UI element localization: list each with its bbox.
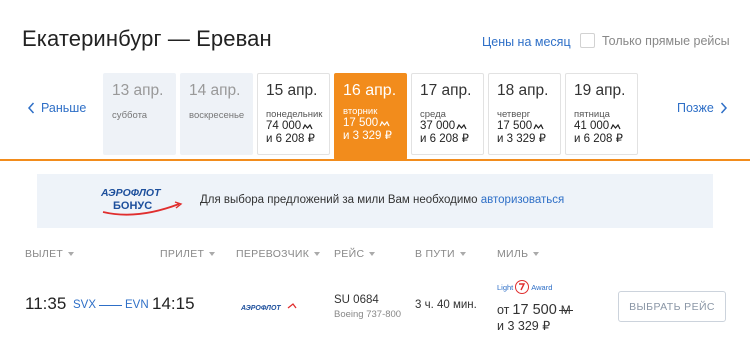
prev-dates-button[interactable]: Раньше	[26, 101, 86, 115]
col-flight-label: РЕЙС	[334, 248, 365, 260]
col-carrier-label: ПЕРЕВОЗЧИК	[236, 248, 310, 260]
col-miles-label: МИЛЬ	[497, 248, 529, 260]
login-link[interactable]: авторизоваться	[481, 194, 565, 206]
day-cell[interactable]: 17 апр. среда 37 000 и 6 208 ₽	[411, 73, 484, 155]
miles-amount: 17 500	[512, 302, 557, 318]
direct-only-checkbox[interactable]	[580, 33, 595, 48]
day-date: 16 апр.	[343, 82, 397, 99]
col-carrier[interactable]: ПЕРЕВОЗЧИК	[236, 248, 321, 260]
col-miles[interactable]: МИЛЬ	[497, 248, 540, 260]
sort-caret-icon	[459, 252, 466, 256]
select-flight-button[interactable]: ВЫБРАТЬ РЕЙС	[618, 291, 726, 322]
direct-only-label: Только прямые рейсы	[602, 33, 730, 48]
banner-message: Для выбора предложений за мили Вам необх…	[200, 194, 481, 206]
day-miles-value: 41 000	[574, 120, 610, 132]
day-price: и 6 208 ₽	[574, 133, 623, 145]
col-arrival-label: ПРИЛЕТ	[160, 248, 205, 260]
sort-caret-icon	[68, 252, 75, 256]
day-miles-value: 17 500	[497, 120, 533, 132]
banner-text: Для выбора предложений за мили Вам необх…	[200, 194, 564, 206]
day-weekday: среда	[420, 109, 446, 120]
day-date: 18 апр.	[497, 82, 549, 99]
col-departure[interactable]: ВЫЛЕТ	[25, 248, 75, 260]
day-miles: 41 000	[574, 120, 637, 133]
day-date: 13 апр.	[112, 82, 164, 99]
day-miles: 17 500	[343, 117, 406, 130]
day-weekday: четверг	[497, 109, 531, 120]
light-award-badge: Light Award	[497, 280, 552, 294]
miles-prefix: от	[497, 303, 510, 317]
day-date: 14 апр.	[189, 82, 241, 99]
day-price: и 3 329 ₽	[343, 130, 392, 142]
date-strip: 13 апр. суббота 14 апр. воскресенье 15 а…	[103, 73, 642, 160]
day-miles: 17 500	[497, 120, 560, 133]
miles-icon: M	[558, 303, 573, 317]
next-dates-label: Позже	[677, 101, 714, 115]
day-price: и 6 208 ₽	[266, 133, 315, 145]
rub-surcharge: и 3 329 ₽	[497, 319, 551, 333]
miles-price: от 17 500 M	[497, 302, 573, 318]
day-price: и 6 208 ₽	[420, 133, 469, 145]
date-strip-divider	[0, 159, 750, 161]
flight-number: SU 0684	[334, 294, 379, 306]
award-right-label: Award	[531, 282, 553, 292]
day-date: 19 апр.	[574, 82, 626, 99]
month-prices-link[interactable]: Цены на месяц	[482, 35, 571, 49]
award-icon	[515, 280, 530, 294]
carrier-logo: АЭРОФЛОТ	[240, 303, 297, 312]
aeroflot-bonus-logo: АЭРОФЛОТ БОНУС	[100, 187, 183, 216]
day-cell-active[interactable]: 16 апр. вторник 17 500 и 3 329 ₽	[334, 73, 407, 160]
departure-time: 11:35	[25, 294, 67, 313]
sort-caret-icon	[369, 252, 376, 256]
flight-duration: 3 ч. 40 мин.	[415, 299, 477, 311]
day-price: и 3 329 ₽	[497, 133, 546, 145]
col-flight[interactable]: РЕЙС	[334, 248, 376, 260]
arrival-airport: EVN	[125, 299, 149, 311]
day-cell[interactable]: 14 апр. воскресенье	[180, 73, 253, 155]
direct-only-filter[interactable]: Только прямые рейсы	[580, 33, 730, 48]
day-weekday: понедельник	[266, 109, 323, 120]
day-miles-value: 17 500	[343, 117, 379, 129]
miles-icon	[456, 123, 467, 129]
day-miles: 74 000	[266, 120, 329, 133]
day-miles-value: 74 000	[266, 120, 302, 132]
login-banner: АЭРОФЛОТ БОНУС Для выбора предложений за…	[37, 174, 713, 228]
col-duration-label: В ПУТИ	[415, 248, 455, 260]
col-arrival[interactable]: ПРИЛЕТ	[160, 248, 216, 260]
next-dates-button[interactable]: Позже	[677, 101, 729, 115]
route-line	[99, 305, 122, 306]
day-cell[interactable]: 19 апр. пятница 41 000 и 6 208 ₽	[565, 73, 638, 155]
day-weekday: вторник	[343, 106, 378, 117]
sort-caret-icon	[533, 252, 540, 256]
day-date: 15 апр.	[266, 82, 318, 99]
day-cell[interactable]: 18 апр. четверг 17 500 и 3 329 ₽	[488, 73, 561, 155]
day-date: 17 апр.	[420, 82, 472, 99]
chevron-left-icon	[27, 102, 35, 114]
day-cell[interactable]: 15 апр. понедельник 74 000 и 6 208 ₽	[257, 73, 330, 155]
col-duration[interactable]: В ПУТИ	[415, 248, 466, 260]
chevron-right-icon	[720, 102, 727, 114]
miles-icon	[302, 123, 313, 129]
day-miles-value: 37 000	[420, 120, 456, 132]
logo-line1: АЭРОФЛОТ	[100, 187, 162, 199]
day-weekday: воскресенье	[189, 110, 245, 121]
day-miles: 37 000	[420, 120, 483, 133]
route-title: Екатеринбург — Ереван	[22, 26, 272, 51]
carrier-logo-text: АЭРОФЛОТ	[240, 305, 281, 312]
miles-icon	[379, 120, 390, 126]
sort-caret-icon	[314, 252, 321, 256]
logo-line2: БОНУС	[113, 200, 152, 212]
aircraft-type: Boeing 737-800	[334, 309, 402, 320]
award-left-label: Light	[497, 282, 514, 292]
miles-icon	[610, 123, 621, 129]
departure-airport: SVX	[73, 299, 97, 311]
day-weekday: пятница	[574, 109, 610, 120]
col-departure-label: ВЫЛЕТ	[25, 248, 64, 260]
miles-icon	[533, 123, 544, 129]
day-weekday: суббота	[112, 110, 148, 121]
prev-dates-label: Раньше	[41, 101, 87, 115]
arrival-time: 14:15	[152, 294, 195, 313]
day-cell[interactable]: 13 апр. суббота	[103, 73, 176, 155]
sort-caret-icon	[209, 252, 216, 256]
